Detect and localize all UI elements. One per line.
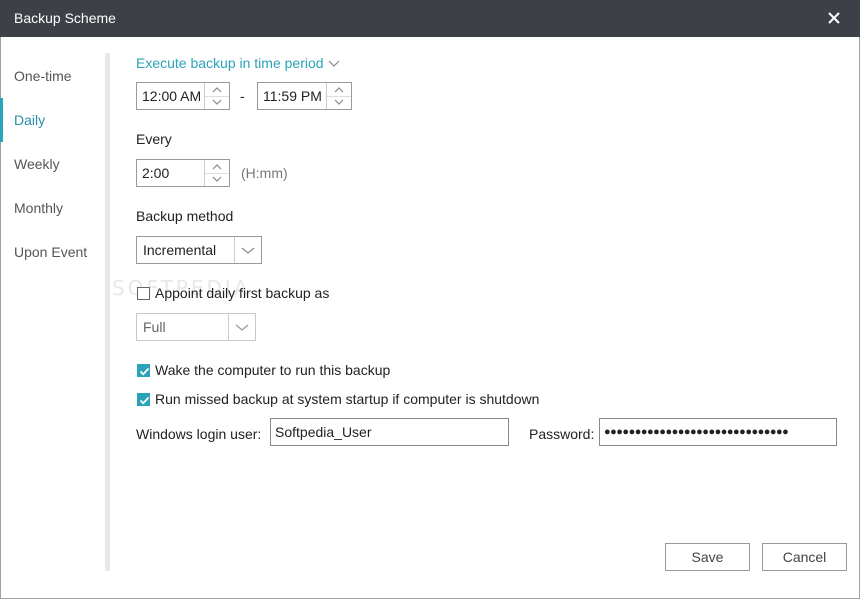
every-label: Every bbox=[136, 131, 172, 147]
sidebar-item-monthly[interactable]: Monthly bbox=[0, 186, 100, 230]
chevron-up-icon[interactable] bbox=[205, 160, 229, 174]
cancel-button[interactable]: Cancel bbox=[762, 543, 847, 571]
chevron-down-icon[interactable] bbox=[327, 96, 351, 109]
close-icon[interactable] bbox=[826, 8, 842, 28]
backup-method-value: Incremental bbox=[143, 242, 217, 258]
window-frame bbox=[0, 37, 860, 599]
start-time-spinner[interactable]: 12:00 AM bbox=[136, 82, 230, 110]
sidebar-item-upon-event[interactable]: Upon Event bbox=[0, 230, 100, 274]
chevron-up-icon[interactable] bbox=[205, 83, 229, 97]
appoint-first-backup-checkbox[interactable] bbox=[137, 287, 150, 300]
interval-unit-hint: (H:mm) bbox=[241, 165, 288, 181]
title-bar: Backup Scheme bbox=[0, 0, 860, 37]
sidebar-item-weekly[interactable]: Weekly bbox=[0, 142, 100, 186]
sidebar-item-daily[interactable]: Daily bbox=[0, 98, 100, 142]
chevron-down-icon bbox=[234, 237, 261, 263]
execute-period-dropdown[interactable]: Execute backup in time period bbox=[136, 55, 340, 71]
checkmark-icon bbox=[139, 396, 150, 405]
sidebar-divider bbox=[105, 53, 110, 571]
run-missed-backup-label: Run missed backup at system startup if c… bbox=[155, 391, 540, 407]
chevron-down-icon[interactable] bbox=[205, 173, 229, 186]
interval-spin-buttons bbox=[204, 160, 229, 186]
start-time-value: 12:00 AM bbox=[142, 88, 202, 104]
password-label: Password: bbox=[529, 426, 595, 442]
first-backup-type-select: Full bbox=[136, 313, 256, 341]
interval-spinner[interactable]: 2:00 bbox=[136, 159, 230, 187]
sidebar-item-one-time[interactable]: One-time bbox=[0, 54, 100, 98]
schedule-type-sidebar: One-time Daily Weekly Monthly Upon Event bbox=[0, 37, 108, 577]
save-button[interactable]: Save bbox=[665, 543, 750, 571]
start-time-spin-buttons bbox=[204, 83, 229, 109]
checkmark-icon bbox=[139, 367, 150, 376]
run-missed-backup-checkbox[interactable] bbox=[137, 393, 150, 406]
first-backup-type-value: Full bbox=[143, 319, 166, 335]
end-time-spin-buttons bbox=[326, 83, 351, 109]
chevron-down-icon[interactable] bbox=[205, 96, 229, 109]
wake-computer-checkbox[interactable] bbox=[137, 364, 150, 377]
backup-method-label: Backup method bbox=[136, 208, 234, 224]
chevron-down-icon bbox=[228, 314, 255, 340]
windows-login-user-label: Windows login user: bbox=[136, 426, 262, 442]
wake-computer-label: Wake the computer to run this backup bbox=[155, 362, 391, 378]
chevron-down-icon bbox=[324, 55, 340, 71]
backup-method-select[interactable]: Incremental bbox=[136, 236, 262, 264]
password-field[interactable]: ●●●●●●●●●●●●●●●●●●●●●●●●●●●●●● bbox=[599, 418, 837, 446]
appoint-first-backup-label: Appoint daily first backup as bbox=[155, 285, 330, 301]
interval-value: 2:00 bbox=[142, 165, 170, 181]
execute-period-label: Execute backup in time period bbox=[136, 55, 324, 71]
time-range-separator: - bbox=[240, 88, 245, 104]
windows-login-user-input[interactable] bbox=[270, 418, 509, 446]
window-title: Backup Scheme bbox=[14, 10, 116, 26]
chevron-up-icon[interactable] bbox=[327, 83, 351, 97]
end-time-value: 11:59 PM bbox=[263, 88, 322, 104]
end-time-spinner[interactable]: 11:59 PM bbox=[257, 82, 352, 110]
